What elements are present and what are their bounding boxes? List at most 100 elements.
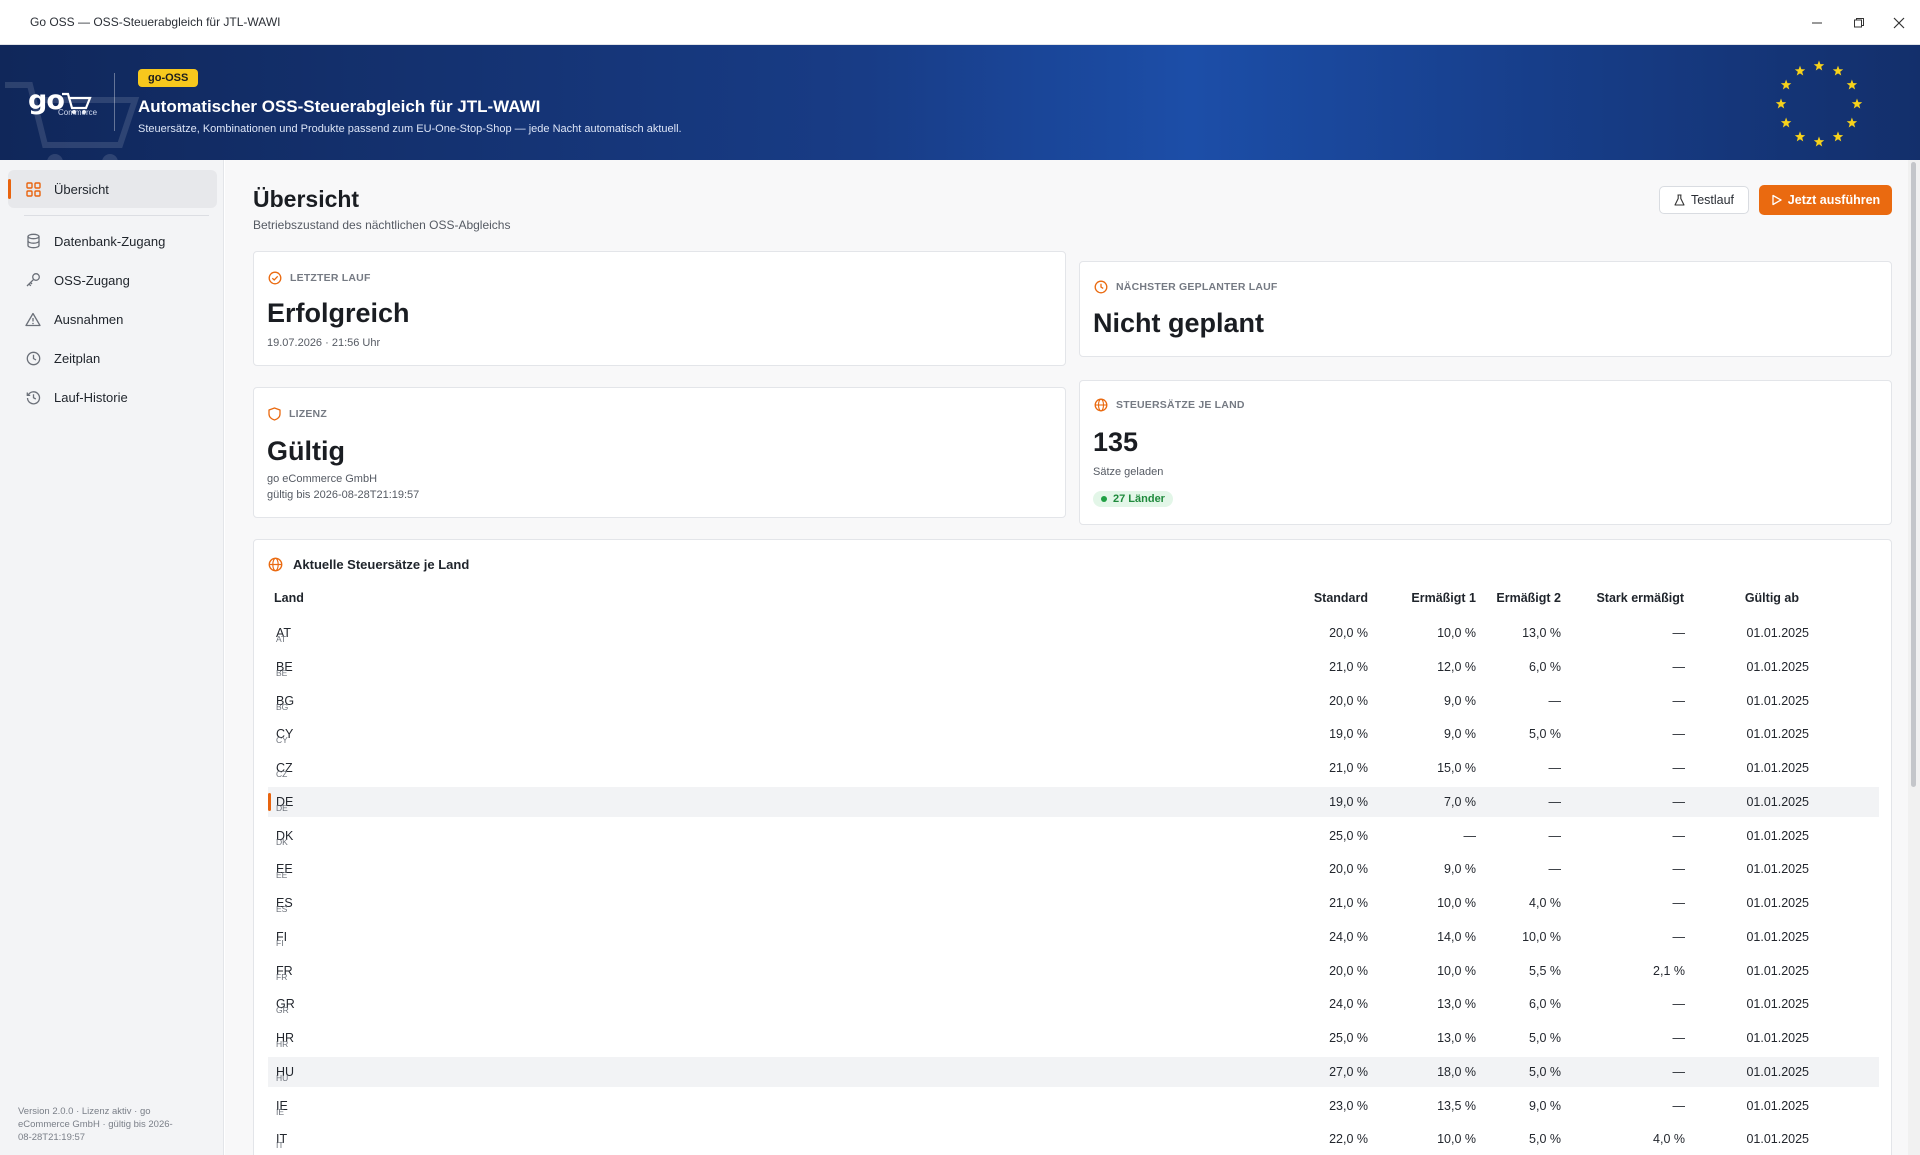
cell-valid-from: 01.01.2025 <box>1746 727 1809 742</box>
last-run-label-row: LETZTER LAUF <box>268 271 371 285</box>
banner-title: Automatischer OSS-Steuerabgleich für JTL… <box>138 97 541 116</box>
cell-reduced2: 6,0 % <box>1529 997 1561 1012</box>
next-run-card: NÄCHSTER GEPLANTER LAUF Nicht geplant <box>1079 261 1892 357</box>
cell-standard: 19,0 % <box>1329 794 1368 809</box>
table-row[interactable]: FI FI 24,0 % 14,0 % 10,0 % —01.01.2025 <box>268 922 1879 952</box>
column-header-valid-from[interactable]: Gültig ab <box>1699 591 1799 605</box>
cell-reduced2: 5,0 % <box>1529 1132 1561 1147</box>
cell-standard: 20,0 % <box>1329 963 1368 978</box>
run-now-button[interactable]: Jetzt ausführen <box>1759 185 1892 215</box>
cell-valid-from: 01.01.2025 <box>1746 1098 1809 1113</box>
table-row[interactable]: AT AT 20,0 % 10,0 % 13,0 % —01.01.2025 <box>268 618 1879 648</box>
cell-super-reduced: — <box>1672 626 1686 640</box>
cell-standard: 21,0 % <box>1329 896 1368 910</box>
grid-icon <box>24 180 42 198</box>
cell-super-reduced: — <box>1672 862 1686 877</box>
cell-super-reduced: — <box>1672 727 1686 742</box>
main-scrollbar[interactable] <box>1908 160 1920 1155</box>
column-header-standard[interactable]: Standard <box>1268 591 1368 605</box>
sidebar-item-label: Übersicht <box>54 181 109 197</box>
cell-reduced2: — <box>1548 828 1562 843</box>
table-row[interactable]: CY CY 19,0 % 9,0 % 5,0 % —01.01.2025 <box>268 719 1879 749</box>
column-header-reduced2[interactable]: Ermäßigt 2 <box>1461 591 1561 605</box>
cell-standard: 21,0 % <box>1329 659 1368 674</box>
close-button[interactable] <box>1878 0 1920 45</box>
table-row[interactable]: GR GR 24,0 % 13,0 % 6,0 % —01.01.2025 <box>268 989 1879 1019</box>
cell-land: ES ES <box>276 896 293 914</box>
eu-star-icon <box>1794 131 1806 142</box>
sidebar-item-label: Lauf-Historie <box>54 389 128 405</box>
eu-star-icon <box>1775 98 1787 109</box>
cell-valid-from: 01.01.2025 <box>1746 761 1809 775</box>
cell-valid-from: 01.01.2025 <box>1746 626 1809 640</box>
table-row[interactable]: BG BG 20,0 % 9,0 % — —01.01.2025 <box>268 686 1879 716</box>
table-row[interactable]: HR HR 25,0 % 13,0 % 5,0 % —01.01.2025 <box>268 1023 1879 1053</box>
sidebar-item-uebersicht[interactable]: Übersicht <box>8 170 217 208</box>
cell-reduced2: 13,0 % <box>1522 626 1561 640</box>
license-label-row: LIZENZ <box>268 407 327 421</box>
cell-standard: 20,0 % <box>1329 626 1368 640</box>
table-row[interactable]: DE DE 19,0 % 7,0 % — —01.01.2025 <box>268 786 1879 817</box>
cell-super-reduced: — <box>1672 659 1686 674</box>
restore-icon <box>1854 17 1864 27</box>
table-row[interactable]: BE BE 21,0 % 12,0 % 6,0 % —01.01.2025 <box>268 652 1879 682</box>
country-code: HU <box>276 1072 289 1083</box>
testlauf-label: Testlauf <box>1690 193 1735 207</box>
cell-land: BG BG <box>276 694 294 712</box>
column-header-land[interactable]: Land <box>274 591 304 605</box>
table-row[interactable]: DK DK 25,0 % — — —01.01.2025 <box>268 821 1879 851</box>
cell-super-reduced: — <box>1672 896 1686 910</box>
cell-super-reduced: — <box>1672 1031 1686 1045</box>
restore-button[interactable] <box>1838 0 1880 45</box>
sidebar-item-lauf-historie[interactable]: Lauf-Historie <box>8 378 217 416</box>
eu-star-icon <box>1846 117 1858 128</box>
cell-reduced2: 5,0 % <box>1529 727 1561 742</box>
license-card: LIZENZ Gültig go eCommerce GmbH gültig b… <box>253 387 1066 518</box>
cell-super-reduced: 2,1 % <box>1653 963 1685 978</box>
last-run-label: LETZTER LAUF <box>290 272 371 284</box>
table-row[interactable]: FR FR 20,0 % 10,0 % 5,5 % 2,1 % 01.01.2025 <box>268 956 1879 986</box>
table-row[interactable]: EE EE 20,0 % 9,0 % — —01.01.2025 <box>268 854 1879 884</box>
eu-star-icon <box>1813 60 1825 71</box>
cell-land: CY CY <box>276 727 293 745</box>
sidebar-item-zeitplan[interactable]: Zeitplan <box>8 339 217 377</box>
minimize-button[interactable] <box>1796 0 1838 45</box>
cell-standard: 24,0 % <box>1329 997 1368 1012</box>
banner-divider <box>114 73 115 131</box>
sidebar-divider <box>24 215 209 216</box>
sidebar-item-ausnahmen[interactable]: Ausnahmen <box>8 300 217 338</box>
cell-valid-from: 01.01.2025 <box>1746 1064 1809 1079</box>
cell-super-reduced: — <box>1672 997 1686 1012</box>
cell-standard: 25,0 % <box>1329 1031 1368 1045</box>
table-row[interactable]: IT IT 22,0 % 10,0 % 5,0 % 4,0 % 01.01.2025 <box>268 1124 1879 1154</box>
column-header-super-reduced[interactable]: Stark ermäßigt <box>1564 591 1684 605</box>
country-code: FI <box>276 937 284 948</box>
country-code: FR <box>276 971 288 982</box>
cell-land: HU HU <box>276 1065 294 1083</box>
table-row[interactable]: CZ CZ 21,0 % 15,0 % — —01.01.2025 <box>268 753 1879 783</box>
page-title: Übersicht <box>253 186 360 212</box>
cell-reduced2: — <box>1548 761 1562 775</box>
country-code: GR <box>276 1005 289 1016</box>
table-row[interactable]: HU HU 27,0 % 18,0 % 5,0 % —01.01.2025 <box>268 1056 1879 1087</box>
testlauf-button[interactable]: Testlauf <box>1659 186 1749 214</box>
sidebar-item-datenbank-zugang[interactable]: Datenbank-Zugang <box>8 222 217 260</box>
tax-rates-table-card: Aktuelle Steuersätze je Land Land Standa… <box>253 539 1892 1155</box>
sidebar-item-label: Zeitplan <box>54 350 101 366</box>
cell-land: EE EE <box>276 862 293 880</box>
clock-icon <box>24 349 42 367</box>
cell-reduced2: — <box>1548 862 1562 877</box>
license-company: go eCommerce GmbH <box>267 473 378 485</box>
license-label: LIZENZ <box>289 408 327 420</box>
table-row[interactable]: IE IE 23,0 % 13,5 % 9,0 % —01.01.2025 <box>268 1091 1879 1121</box>
country-code: IT <box>276 1140 284 1151</box>
cell-land: CZ CZ <box>276 761 293 779</box>
eu-star-icon <box>1832 65 1844 76</box>
cell-land: IT IT <box>276 1132 287 1150</box>
check-circle-icon <box>268 271 282 285</box>
cell-land: GR GR <box>276 997 295 1015</box>
sidebar-item-oss-zugang[interactable]: OSS-Zugang <box>8 261 217 299</box>
scrollbar-thumb[interactable] <box>1911 162 1916 787</box>
eu-star-icon <box>1851 98 1863 109</box>
table-row[interactable]: ES ES 21,0 % 10,0 % 4,0 % —01.01.2025 <box>268 888 1879 918</box>
